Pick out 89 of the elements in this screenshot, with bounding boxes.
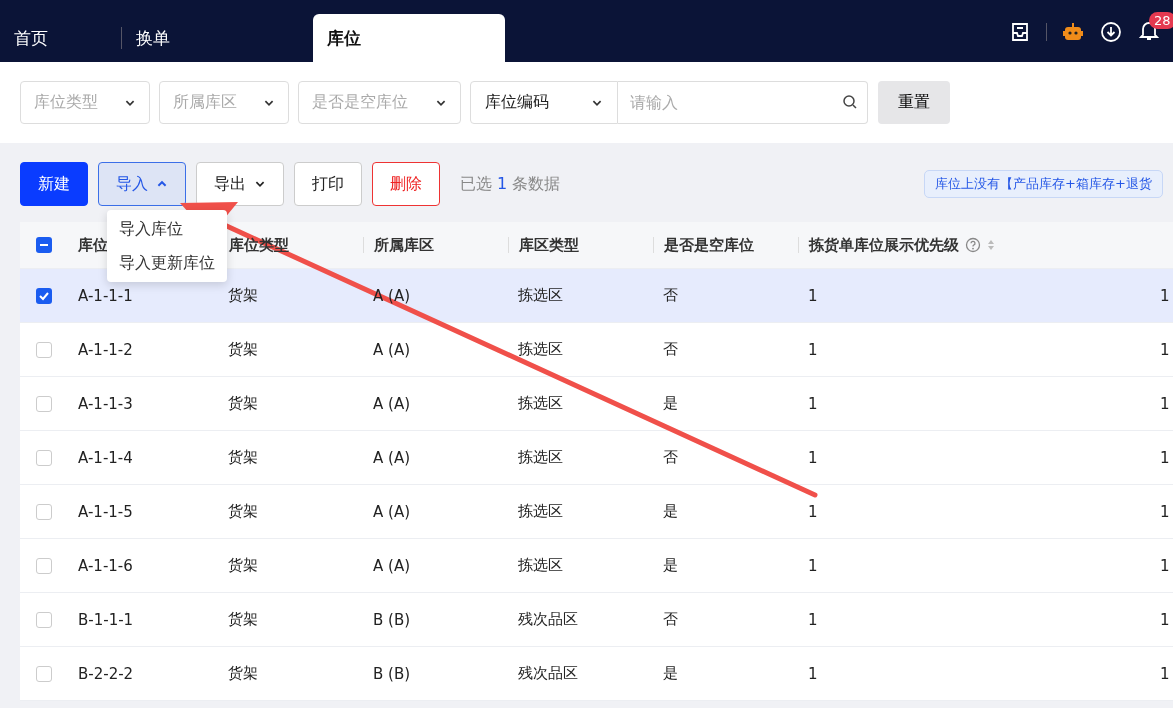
table-cell: 1 [808, 610, 818, 629]
table-cell: 1 [808, 448, 818, 467]
checkbox[interactable] [36, 665, 52, 682]
table-cell: A-1-1-1 [78, 286, 133, 305]
column-header: 库区类型 [519, 237, 579, 253]
table-cell: 货架 [228, 502, 258, 521]
table-cell: 是 [663, 502, 678, 521]
menu-item[interactable]: 导入库位 [107, 212, 227, 246]
table-cell: 货架 [228, 448, 258, 467]
menu-item[interactable]: 导入更新库位 [107, 246, 227, 280]
checkbox[interactable] [36, 341, 52, 358]
table-cell: 拣选区 [518, 556, 563, 575]
table-cell: 残次品区 [518, 664, 578, 683]
column-header: 所属库区 [374, 237, 434, 253]
nav-tab[interactable]: 换单 [121, 27, 271, 49]
checkbox[interactable] [36, 449, 52, 466]
table-cell: 拣选区 [518, 394, 563, 413]
table-cell: 是 [663, 556, 678, 575]
notification-badge: 28 [1149, 12, 1173, 29]
checkbox[interactable] [36, 395, 52, 412]
table-cell: 1 [808, 664, 818, 683]
table-cell: 残次品区 [518, 610, 578, 629]
table-cell: 是 [663, 394, 678, 413]
table-cell: 拣选区 [518, 502, 563, 521]
table-cell: A-1-1-4 [78, 448, 133, 467]
table-cell: 是 [663, 664, 678, 683]
checkbox[interactable] [36, 237, 52, 253]
column-header: 库位 [78, 237, 108, 253]
sort-icon[interactable] [987, 239, 995, 251]
nav-tab[interactable]: 首页 [0, 14, 121, 62]
table-cell: A-1-1-5 [78, 502, 133, 521]
table-cell: 货架 [228, 556, 258, 575]
table-cell: 否 [663, 610, 678, 629]
table-cell: 拣选区 [518, 448, 563, 467]
table-cell: A-1-1-3 [78, 394, 133, 413]
table-cell: 1 [1160, 286, 1170, 305]
table-cell: 1 [808, 394, 818, 413]
field-select[interactable]: 库位编码 [470, 81, 618, 124]
table-cell: 1 [1160, 664, 1170, 683]
notice-tag: 库位上没有【产品库存+箱库存+退货 [924, 170, 1163, 198]
table-cell: 货架 [228, 394, 258, 413]
table-cell: 1 [808, 286, 818, 305]
table-cell: A (A) [373, 502, 410, 521]
table-cell: 货架 [228, 664, 258, 683]
table-cell: 货架 [228, 286, 258, 305]
search-field[interactable]: 请输入 [618, 81, 868, 124]
table-cell: 货架 [228, 610, 258, 629]
checkbox[interactable] [36, 287, 52, 304]
nav-tab[interactable]: 库位 [313, 14, 505, 62]
table-cell: 拣选区 [518, 286, 563, 305]
table-cell: 1 [1160, 394, 1170, 413]
table-cell: A (A) [373, 448, 410, 467]
toolbar-button[interactable]: 打印 [294, 162, 362, 206]
table-cell: B-1-1-1 [78, 610, 134, 629]
toolbar-button[interactable]: 导入 [98, 162, 186, 206]
table-cell: 1 [808, 502, 818, 521]
selection-count-text: 已选 1 条数据 [460, 173, 561, 195]
table-cell: 1 [808, 556, 818, 575]
checkbox[interactable] [36, 557, 52, 574]
table-cell: A (A) [373, 340, 410, 359]
table-cell: 货架 [228, 340, 258, 359]
reset-button[interactable]: 重置 [878, 81, 950, 124]
column-header: 拣货单库位展示优先级 [809, 237, 959, 253]
toolbar-button[interactable]: 导出 [196, 162, 284, 206]
table-cell: 1 [1160, 340, 1170, 359]
checkbox[interactable] [36, 503, 52, 520]
table-cell: A-1-1-6 [78, 556, 133, 575]
toolbar-button[interactable]: 新建 [20, 162, 88, 206]
table-cell: 1 [1160, 610, 1170, 629]
table-cell: 拣选区 [518, 340, 563, 359]
table-cell: A (A) [373, 394, 410, 413]
table-cell: B (B) [373, 610, 411, 629]
table-cell: 否 [663, 448, 678, 467]
table-cell: 1 [1160, 556, 1170, 575]
table-cell: B (B) [373, 664, 411, 683]
table-cell: 1 [1160, 502, 1170, 521]
search-icon[interactable] [842, 94, 858, 110]
table-cell: A (A) [373, 556, 410, 575]
table-cell: 否 [663, 286, 678, 305]
table-cell: A-1-1-2 [78, 340, 133, 359]
table-cell: 1 [808, 340, 818, 359]
column-header: 是否是空库位 [664, 237, 754, 253]
table-cell: 1 [1160, 448, 1170, 467]
help-icon[interactable] [965, 237, 981, 253]
download-icon[interactable] [1099, 20, 1123, 44]
table-cell: B-2-2-2 [78, 664, 134, 683]
table-cell: 否 [663, 340, 678, 359]
toolbar-button[interactable]: 删除 [372, 162, 440, 206]
checkbox[interactable] [36, 611, 52, 628]
